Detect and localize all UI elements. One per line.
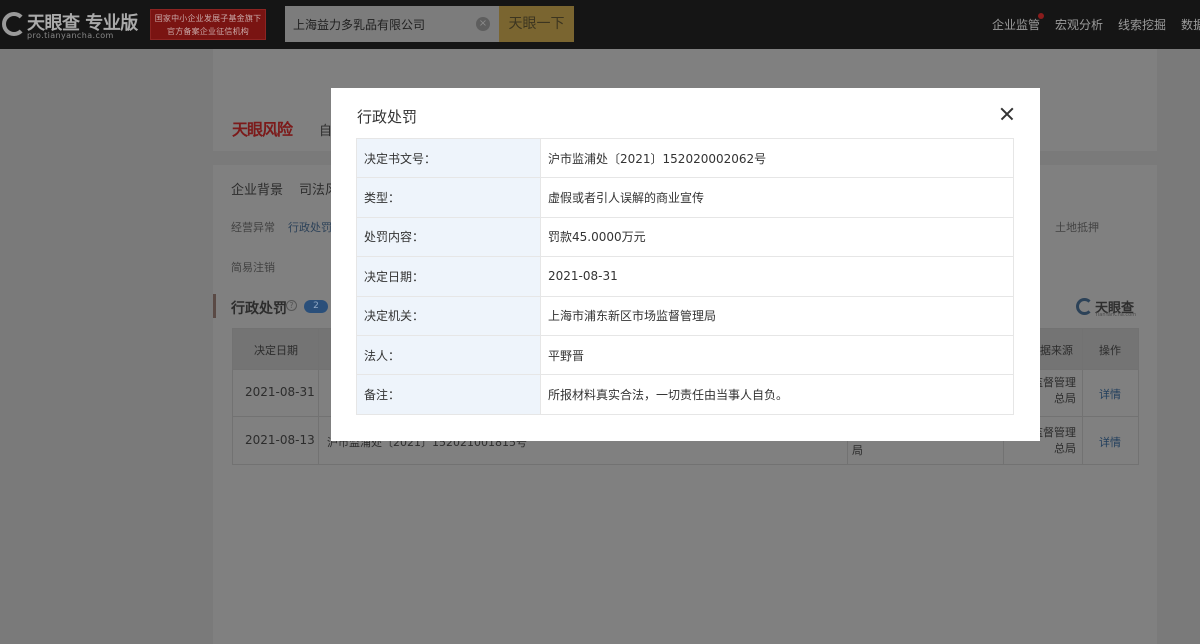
- field-value: 虚假或者引人误解的商业宣传: [540, 177, 1014, 218]
- field-label: 决定书文号：: [356, 137, 541, 179]
- modal-title: 行政处罚: [357, 108, 418, 126]
- clear-icon[interactable]: ×: [476, 17, 490, 31]
- column-divider: [318, 329, 319, 464]
- certification-badge: 国家中小企业发展子基金旗下 官方备案企业征信机构: [150, 9, 266, 40]
- detail-row-document-number: 决定书文号： 沪市监浦处〔2021〕152020002062号: [356, 137, 1014, 179]
- logo-subtitle: pro.tianyancha.com: [27, 31, 114, 40]
- field-label: 决定机关：: [356, 295, 541, 336]
- column-divider: [1082, 329, 1083, 464]
- subtab-simple-deregistration[interactable]: 简易注销: [231, 259, 275, 275]
- brand-mark-icon: [1076, 298, 1093, 315]
- row-2-org: 局: [852, 444, 863, 457]
- badge-line-1: 国家中小企业发展子基金旗下: [154, 14, 262, 23]
- notification-dot-icon: [1038, 13, 1044, 19]
- subtab-abnormal-operation[interactable]: 经营异常: [231, 219, 275, 235]
- risk-logo: 天眼风险: [232, 120, 293, 139]
- field-value: 沪市监浦处〔2021〕152020002062号: [540, 137, 1014, 179]
- help-icon[interactable]: ?: [286, 300, 297, 311]
- badge-line-2: 官方备案企业征信机构: [167, 27, 249, 36]
- section-title: 行政处罚: [231, 301, 287, 317]
- detail-row-penalty-content: 处罚内容： 罚款45.0000万元: [356, 216, 1014, 258]
- section-marker: [213, 294, 216, 318]
- field-label: 备注：: [356, 374, 541, 415]
- site-logo[interactable]: 天眼查 专业版 pro.tianyancha.com: [0, 8, 146, 42]
- field-value: 上海市浦东新区市场监督管理局: [540, 295, 1014, 336]
- search-button[interactable]: 天眼一下: [499, 6, 574, 42]
- search-input[interactable]: 上海益力多乳品有限公司 ×: [285, 6, 499, 42]
- detail-row-decision-authority: 决定机关： 上海市浦东新区市场监督管理局: [356, 295, 1014, 336]
- row-2-detail-link[interactable]: 详情: [1099, 434, 1121, 450]
- detail-row-legal-representative: 法人： 平野晋: [356, 334, 1014, 376]
- detail-table: 决定书文号： 沪市监浦处〔2021〕152020002062号 类型： 虚假或者…: [356, 137, 1014, 415]
- top-bar: 天眼查 专业版 pro.tianyancha.com 国家中小企业发展子基金旗下…: [0, 0, 1200, 49]
- row-1-date: 2021-08-31: [245, 385, 315, 399]
- detail-row-decision-date: 决定日期： 2021-08-31: [356, 256, 1014, 297]
- nav-item-data[interactable]: 数据: [1181, 16, 1200, 33]
- field-value: 2021-08-31: [540, 256, 1014, 297]
- field-label: 决定日期：: [356, 256, 541, 297]
- header-source: 据来源: [1040, 344, 1073, 357]
- detail-row-remarks: 备注： 所报材料真实合法，一切责任由当事人自负。: [356, 374, 1014, 415]
- detail-row-type: 类型： 虚假或者引人误解的商业宣传: [356, 177, 1014, 218]
- close-icon[interactable]: [997, 104, 1017, 124]
- brand-url: TianYanCha.com: [1095, 312, 1137, 318]
- subtab-land-mortgage[interactable]: 土地抵押: [1055, 219, 1099, 235]
- penalty-detail-modal: 行政处罚 决定书文号： 沪市监浦处〔2021〕152020002062号 类型：…: [331, 88, 1040, 441]
- search-input-value: 上海益力多乳品有限公司: [293, 18, 426, 32]
- nav-item-enterprise-supervision[interactable]: 企业监管: [992, 16, 1040, 33]
- field-label: 类型：: [356, 177, 541, 218]
- nav-item-macro-analysis[interactable]: 宏观分析: [1055, 16, 1103, 33]
- header-date: 决定日期: [254, 344, 298, 357]
- field-label: 处罚内容：: [356, 216, 541, 258]
- count-badge: 2: [304, 300, 328, 313]
- row-1-detail-link[interactable]: 详情: [1099, 386, 1121, 402]
- logo-mark-icon: [2, 12, 26, 36]
- field-value: 罚款45.0000万元: [540, 216, 1014, 258]
- subtab-administrative-penalty[interactable]: 行政处罚: [288, 219, 332, 235]
- brand-watermark: 天眼查 TianYanCha.com: [1076, 297, 1140, 318]
- field-label: 法人：: [356, 334, 541, 376]
- tab-company-background[interactable]: 企业背景: [231, 179, 283, 198]
- row-2-date: 2021-08-13: [245, 433, 315, 447]
- nav-item-lead-mining[interactable]: 线索挖掘: [1118, 16, 1166, 33]
- field-value: 所报材料真实合法，一切责任由当事人自负。: [540, 374, 1014, 415]
- header-action: 操作: [1099, 344, 1121, 357]
- field-value: 平野晋: [540, 334, 1014, 376]
